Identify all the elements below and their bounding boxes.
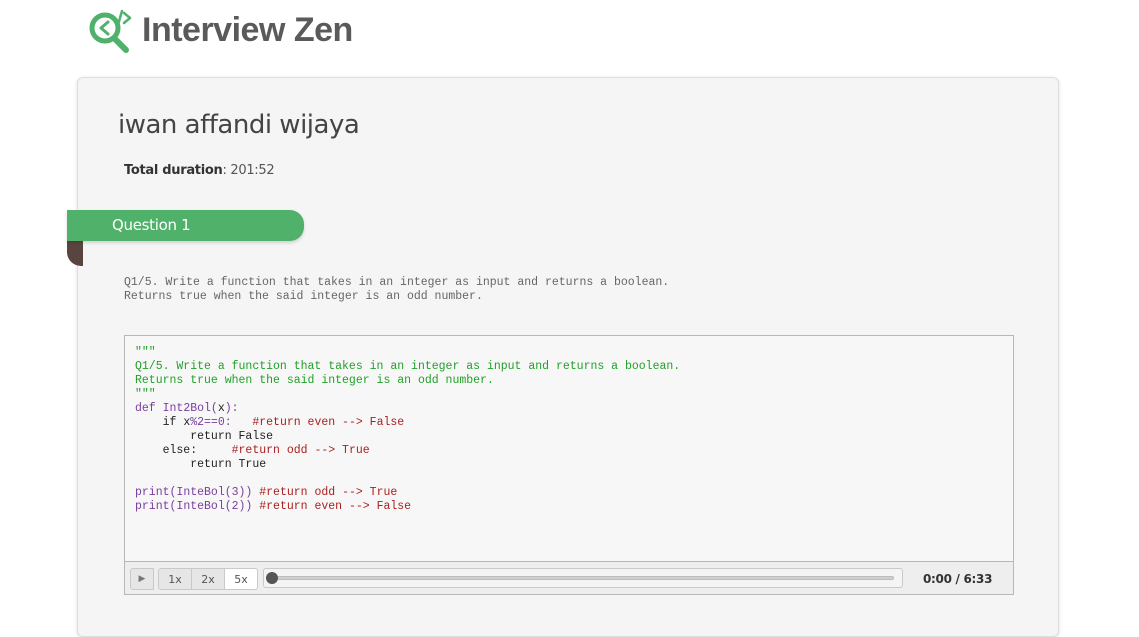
code-token: return False xyxy=(135,430,274,443)
code-token: InteBol(3)) xyxy=(176,486,260,499)
code-line: return True xyxy=(135,458,680,472)
code-playback-editor[interactable]: """ Q1/5. Write a function that takes in … xyxy=(124,335,1014,595)
interview-panel: iwan affandi wijaya Total duration: 201:… xyxy=(67,77,1059,637)
total-duration: Total duration: 201:52 xyxy=(124,163,275,178)
code-token: ): xyxy=(224,402,239,415)
code-line: """ xyxy=(135,388,680,402)
code-token: """ xyxy=(135,388,156,401)
code-line: Returns true when the said integer is an… xyxy=(135,374,680,388)
duration-label: Total duration xyxy=(124,163,223,178)
playback-slider[interactable] xyxy=(263,568,903,588)
code-token: """ xyxy=(135,346,156,359)
code-line: def Int2Bol(x): xyxy=(135,402,680,416)
duration-value: 201:52 xyxy=(226,163,275,178)
slider-track xyxy=(272,576,894,580)
code-line: Q1/5. Write a function that takes in an … xyxy=(135,360,680,374)
code-token: #return odd --> True xyxy=(231,444,370,457)
magnifier-code-icon[interactable] xyxy=(88,7,134,53)
code-line: print(InteBol(3)) #return odd --> True xyxy=(135,486,680,500)
code-line: print(InteBol(2)) #return even --> False xyxy=(135,500,680,514)
speed-1x-button[interactable]: 1x xyxy=(158,568,192,590)
playback-time: 0:00 / 6:33 xyxy=(923,572,993,586)
code-token: Q1/5. Write a function that takes in an … xyxy=(135,360,681,373)
code-token: x xyxy=(217,402,225,415)
play-icon: ▶ xyxy=(138,574,146,584)
question-label: Question 1 xyxy=(112,216,191,234)
code-token: return True xyxy=(135,458,267,471)
code-token: print( xyxy=(135,486,177,499)
brand-name[interactable]: Interview Zen xyxy=(142,11,353,50)
code-token: #return even --> False xyxy=(259,500,412,513)
code-token: 2 xyxy=(197,416,205,429)
code-token: Returns true when the said integer is an… xyxy=(135,374,494,387)
question-text: Q1/5. Write a function that takes in an … xyxy=(124,276,670,303)
code-token: InteBol(2)) xyxy=(176,500,260,513)
question-ribbon: Question 1 xyxy=(67,210,304,241)
code-line: return False xyxy=(135,430,680,444)
code-token: #return odd --> True xyxy=(259,486,398,499)
code-token: def xyxy=(135,402,163,415)
play-button[interactable]: ▶ xyxy=(130,568,154,590)
code-token: print( xyxy=(135,500,177,513)
site-header: Interview Zen xyxy=(88,6,353,54)
code-token: Int2Bol( xyxy=(162,402,218,415)
code-content[interactable]: """ Q1/5. Write a function that takes in … xyxy=(135,346,680,514)
code-token: if xyxy=(135,416,184,429)
code-token: else: xyxy=(135,444,232,457)
code-line: if x%2==0: #return even --> False xyxy=(135,416,680,430)
playback-controls: ▶ 1x 2x 5x 0:00 / 6:33 xyxy=(125,561,1013,594)
code-line: """ xyxy=(135,346,680,360)
candidate-name: iwan affandi wijaya xyxy=(118,110,360,140)
code-token: #return even --> False xyxy=(252,416,405,429)
slider-handle[interactable] xyxy=(266,572,278,584)
speed-2x-button[interactable]: 2x xyxy=(191,568,225,590)
code-token: ==0: xyxy=(204,416,253,429)
speed-5x-button[interactable]: 5x xyxy=(224,568,258,590)
code-line: else: #return odd --> True xyxy=(135,444,680,458)
